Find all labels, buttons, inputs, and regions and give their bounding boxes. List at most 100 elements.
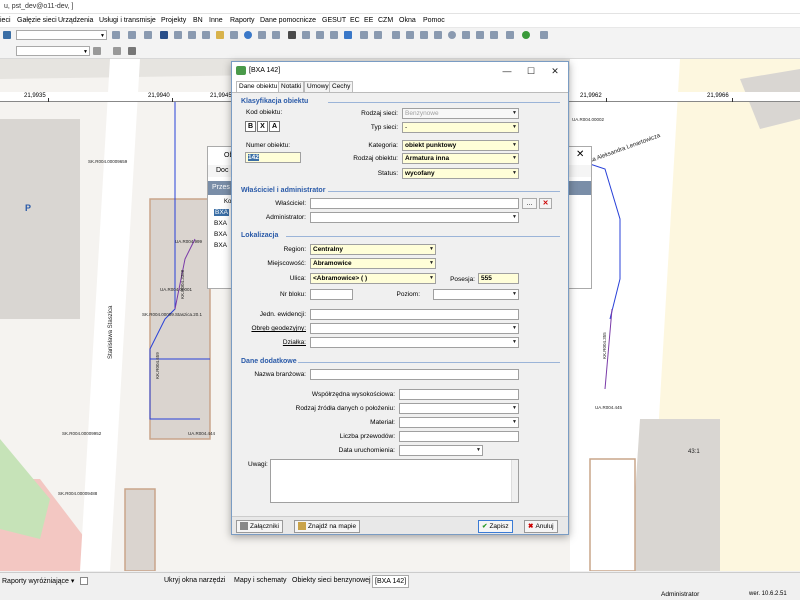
network-objects-tab[interactable]: Obiekty sieci benzynowej [292, 577, 371, 584]
image-icon[interactable] [202, 31, 210, 39]
wlasciciel-input[interactable] [310, 198, 519, 209]
administrator-select[interactable]: ▼ [310, 212, 519, 223]
link-icon[interactable] [374, 31, 382, 39]
tab-umowy[interactable]: Umowy [304, 81, 332, 92]
picture-icon[interactable] [230, 31, 238, 39]
tab-cechy[interactable]: Cechy [329, 81, 354, 92]
tools-icon[interactable] [540, 31, 548, 39]
material-select[interactable]: ▼ [399, 417, 519, 428]
menu-item-ec[interactable]: EC [350, 17, 360, 24]
style-icon[interactable] [128, 47, 136, 55]
menu-item-raporty[interactable]: Raporty [230, 17, 255, 24]
zoom-icon[interactable] [174, 31, 182, 39]
obreb-select[interactable]: ▼ [310, 323, 519, 334]
list-icon[interactable] [272, 31, 280, 39]
menu-item-pomoc[interactable]: Pomoc [423, 17, 445, 24]
dzialka-select[interactable]: ▼ [310, 337, 519, 348]
folder-icon[interactable] [216, 31, 224, 39]
close-icon[interactable]: ✕ [576, 149, 584, 160]
jedn-ewidencji-input[interactable] [310, 309, 519, 320]
maps-tab[interactable]: Mapy i schematy [234, 577, 287, 584]
menu-item-inne[interactable]: Inne [209, 17, 223, 24]
menu-item-urzadzenia[interactable]: Urządzenia [58, 17, 93, 24]
menu-item-galezie[interactable]: Gałęzie sieci [17, 17, 57, 24]
reports-dropdown[interactable]: Raporty wyróżniające ▾ [2, 577, 74, 585]
menu-item-dane-pomocnicze[interactable]: Dane pomocnicze [260, 17, 316, 24]
node-icon[interactable] [360, 31, 368, 39]
find-on-map-button[interactable]: Znajdź na mapie [294, 520, 361, 533]
toolbar-combo[interactable]: ▼ [16, 30, 107, 40]
list-item[interactable]: BXA [214, 220, 227, 227]
draw-icon[interactable] [113, 47, 121, 55]
kategoria-select[interactable]: obiekt punktowy ▼ [402, 140, 519, 151]
uwagi-textarea[interactable] [270, 459, 519, 503]
dialog-tab[interactable]: [BXA 142] [372, 575, 410, 588]
copy-icon[interactable] [406, 31, 414, 39]
uwagi-scrollbar[interactable] [511, 460, 518, 502]
layer-icon[interactable] [112, 31, 120, 39]
objects-toolbar-label[interactable]: Doc [216, 167, 228, 174]
data-uruchomienia-select[interactable]: ▼ [399, 445, 483, 456]
attachments-button[interactable]: Załączniki [236, 520, 283, 533]
menu-item-okna[interactable]: Okna [399, 17, 416, 24]
liczba-przewodow-input[interactable] [399, 431, 519, 442]
close-icon[interactable] [434, 31, 442, 39]
list-item[interactable]: BXA [214, 209, 230, 216]
frame-icon[interactable] [316, 31, 324, 39]
crop-icon[interactable] [330, 31, 338, 39]
region-select[interactable]: Centralny ▼ [310, 244, 436, 255]
zrodlo-select[interactable]: ▼ [399, 403, 519, 414]
toolbar-combo-2[interactable]: ▼ [16, 46, 90, 56]
menu-item-czm[interactable]: CZM [378, 17, 393, 24]
rodzaj-obiektu-select[interactable]: Armatura inna ▼ [402, 153, 519, 164]
miejscowosc-select[interactable]: Abramowice ▼ [310, 258, 436, 269]
paste-icon[interactable] [420, 31, 428, 39]
menu-item-bn[interactable]: BN [193, 17, 203, 24]
grid-icon[interactable] [258, 31, 266, 39]
pencil-icon[interactable] [490, 31, 498, 39]
polygon-icon[interactable] [476, 31, 484, 39]
building-icon[interactable] [188, 31, 196, 39]
arrows-icon[interactable] [506, 31, 514, 39]
search-icon[interactable] [3, 31, 11, 39]
list-item[interactable]: BXA [214, 242, 227, 249]
line-icon[interactable] [93, 47, 101, 55]
tab-notatki[interactable]: Notatki [278, 81, 305, 92]
square-icon[interactable] [462, 31, 470, 39]
wspolrzedna-input[interactable] [399, 389, 519, 400]
info-icon[interactable] [244, 31, 252, 39]
ulica-select[interactable]: <Abramowice> ( ) ▼ [310, 273, 436, 284]
reports-checkbox[interactable] [80, 577, 88, 585]
globe-icon[interactable] [522, 31, 530, 39]
kod-button-x[interactable]: X [257, 121, 268, 132]
cancel-button[interactable]: ✖ Anuluj [524, 520, 558, 533]
hide-tools-tab[interactable]: Ukryj okna narzędzi [164, 577, 225, 584]
menu-item-projekty[interactable]: Projekty [161, 17, 186, 24]
circle-icon[interactable] [448, 31, 456, 39]
map-icon[interactable] [144, 31, 152, 39]
posesja-input[interactable]: 555 [478, 273, 519, 284]
refresh-icon[interactable] [128, 31, 136, 39]
menu-item-gesut[interactable]: GESUT [322, 17, 346, 24]
network-icon[interactable] [344, 31, 352, 39]
tab-dane-obiektu[interactable]: Dane obiektu [236, 81, 281, 92]
nr-bloku-input[interactable] [310, 289, 353, 300]
rodzaj-sieci-select[interactable]: Benzynowe ▼ [402, 108, 519, 119]
close-button[interactable]: ✕ [544, 64, 566, 78]
nazwa-branzowa-input[interactable] [310, 369, 519, 380]
minimize-button[interactable]: — [496, 64, 518, 78]
numer-obiektu-input[interactable]: 142 [245, 152, 301, 163]
measure-icon[interactable] [302, 31, 310, 39]
save-button[interactable]: ✔ Zapisz [478, 520, 513, 533]
status-select[interactable]: wycofany ▼ [402, 168, 519, 179]
kod-button-b[interactable]: B [245, 121, 256, 132]
browse-owner-button[interactable]: ... [522, 198, 537, 209]
move-icon[interactable] [392, 31, 400, 39]
clear-owner-icon[interactable]: ✕ [539, 198, 552, 209]
select-icon[interactable] [288, 31, 296, 39]
menu-item-uslugi[interactable]: Usługi i transmisje [99, 17, 156, 24]
list-item[interactable]: BXA [214, 231, 227, 238]
poziom-select[interactable]: ▼ [433, 289, 519, 300]
typ-sieci-select[interactable]: - ▼ [402, 122, 519, 133]
kod-button-a[interactable]: A [269, 121, 280, 132]
